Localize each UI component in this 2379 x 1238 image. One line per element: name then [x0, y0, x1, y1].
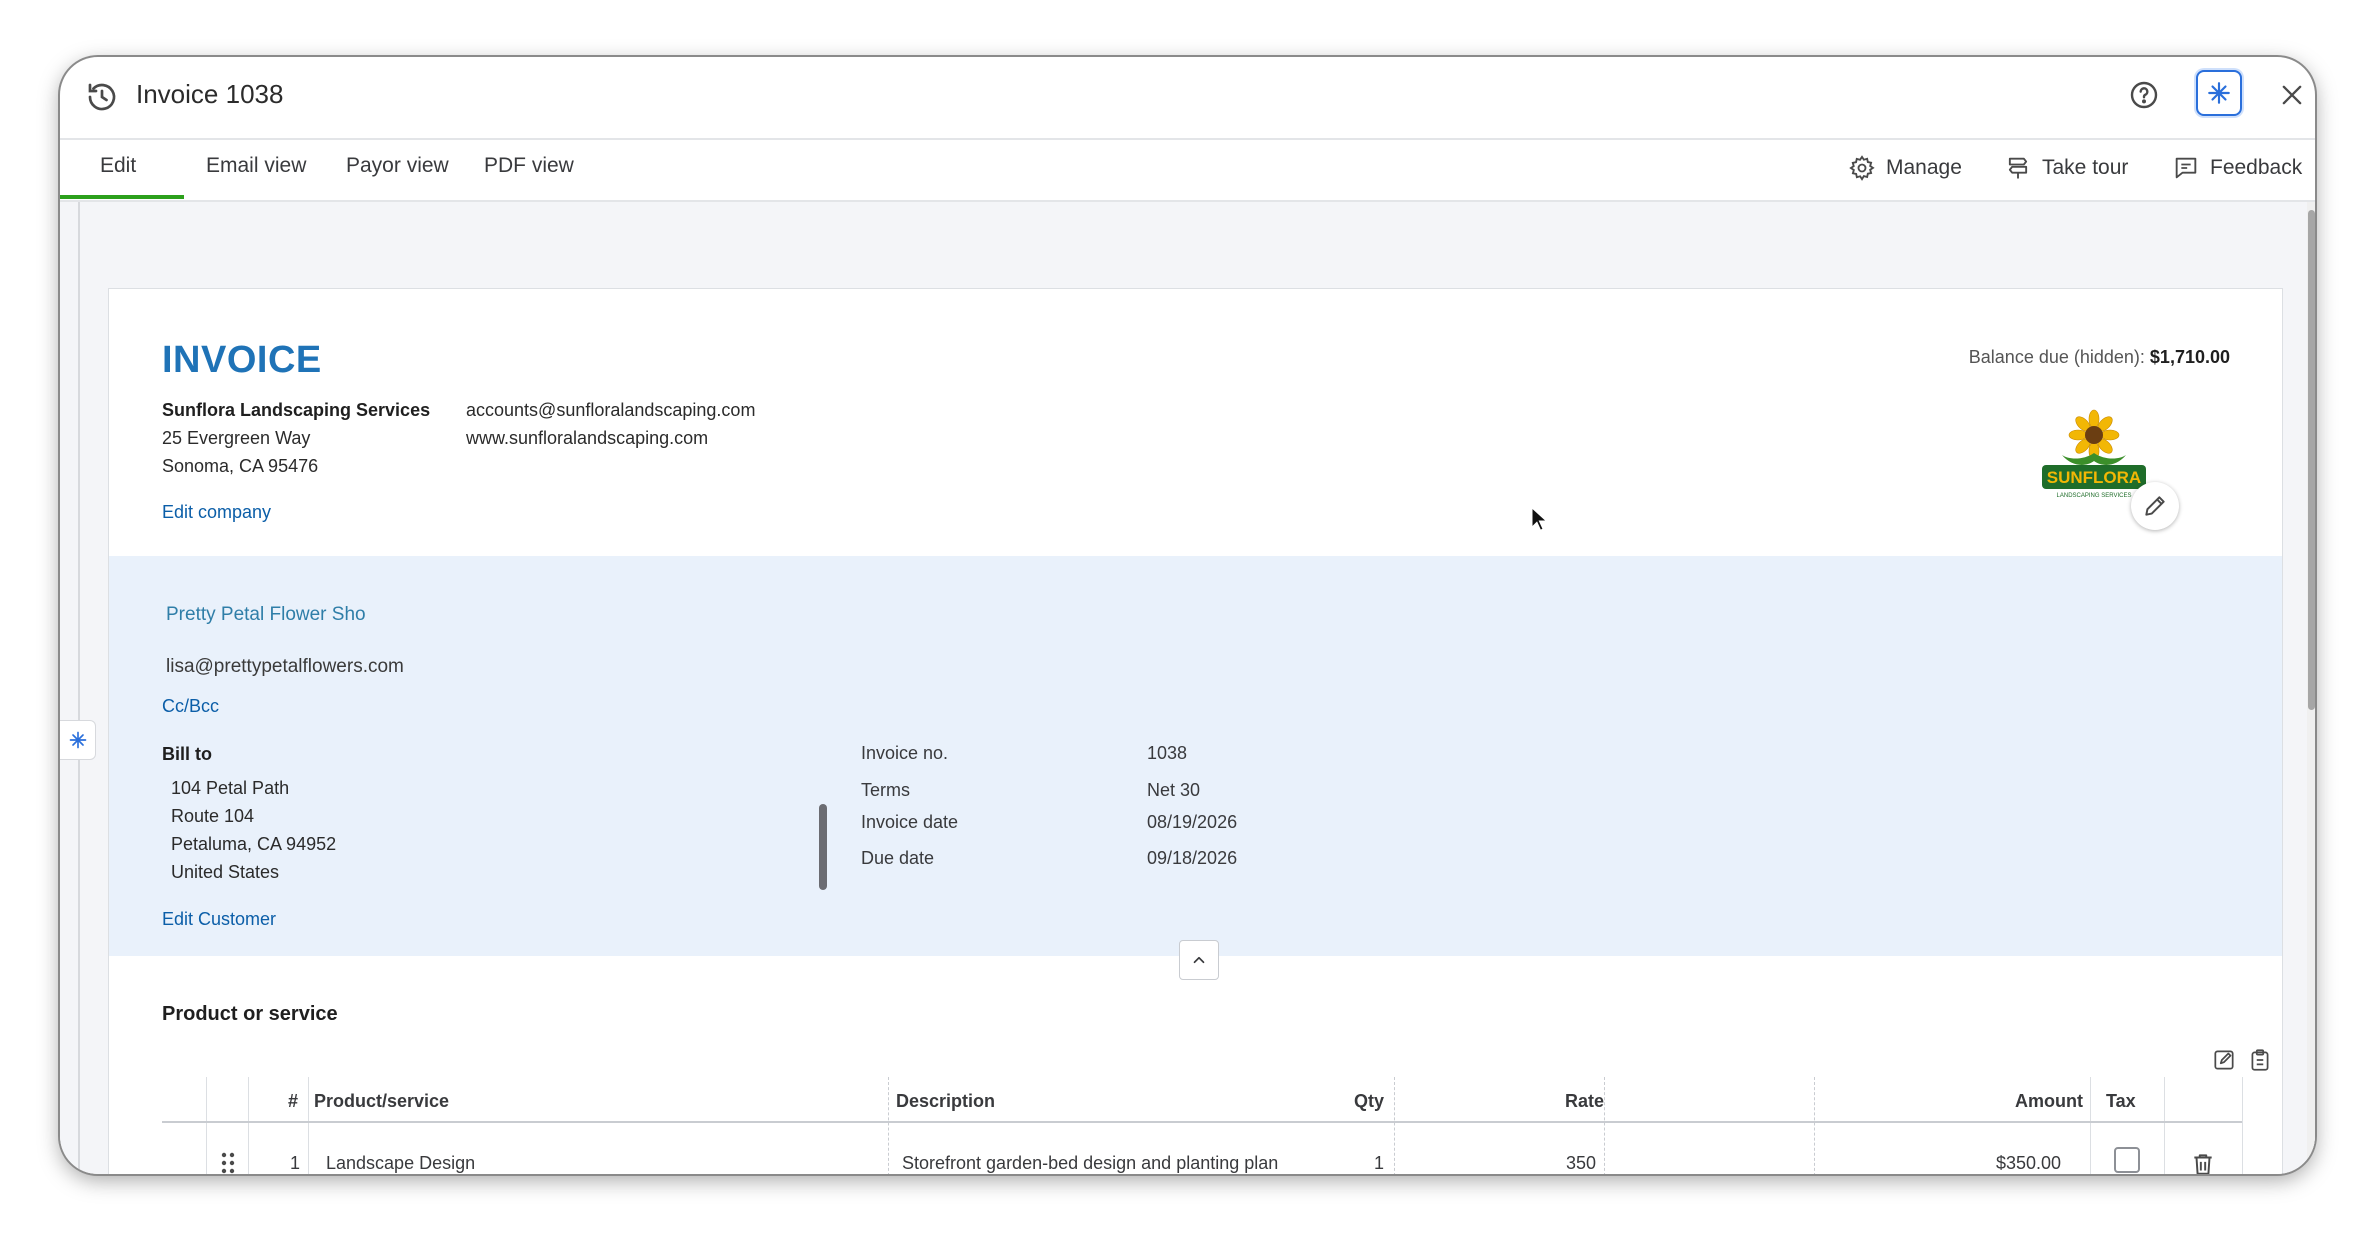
row-rate[interactable]: 350	[1566, 1153, 1596, 1174]
manage-label: Manage	[1886, 156, 1962, 179]
col-divider	[2242, 1077, 2243, 1174]
bill-to-label: Bill to	[162, 744, 212, 764]
drag-handle-icon[interactable]	[220, 1151, 236, 1174]
window-title: Invoice 1038	[136, 79, 284, 109]
row-description[interactable]: Storefront garden-bed design and plantin…	[902, 1153, 1278, 1174]
edit-logo-button[interactable]	[2131, 482, 2179, 530]
row-amount[interactable]: $350.00	[1996, 1153, 2061, 1174]
gear-icon	[1849, 155, 1875, 181]
balance-due: Balance due (hidden): $1,710.00	[1969, 347, 2230, 368]
active-tab-indicator	[60, 195, 184, 199]
col-header-qty: Qty	[1354, 1091, 1385, 1111]
invoice-form: INVOICE Balance due (hidden): $1,710.00 …	[108, 288, 2283, 1174]
col-header-product: Product/service	[314, 1091, 450, 1111]
invoice-window: Invoice 1038 Edit Email view Payor view …	[60, 57, 2315, 1174]
edit-company-link[interactable]: Edit company	[162, 502, 271, 523]
col-header-description: Description	[896, 1091, 996, 1111]
left-divider	[78, 202, 80, 1174]
row-tax-checkbox[interactable]	[2114, 1147, 2140, 1173]
manage-button[interactable]: Manage	[1848, 154, 1962, 182]
cc-bcc-link[interactable]: Cc/Bcc	[162, 696, 219, 717]
tab-pdf-view[interactable]: PDF view	[484, 154, 574, 178]
balance-value: $1,710.00	[2149, 347, 2230, 367]
invoice-heading: INVOICE	[162, 339, 322, 381]
company-email: accounts@sunfloralandscaping.com	[466, 400, 756, 420]
balance-label: Balance due (hidden):	[1968, 347, 2145, 367]
sparkle-icon	[2208, 82, 2230, 104]
trash-icon[interactable]	[2190, 1149, 2216, 1174]
collapse-button[interactable]	[1179, 940, 1219, 980]
due-date-label: Due date	[861, 848, 935, 868]
edit-columns-icon[interactable]	[2211, 1047, 2237, 1073]
tab-email-view[interactable]: Email view	[206, 154, 306, 178]
invoice-date-label: Invoice date	[861, 812, 959, 832]
customer-name[interactable]: Pretty Petal Flower Sho	[166, 604, 366, 626]
ai-assistant-button[interactable]	[2196, 70, 2242, 116]
feedback-label: Feedback	[2210, 156, 2303, 179]
resize-handle[interactable]	[819, 804, 827, 890]
col-header-rate: Rate	[1565, 1091, 1605, 1111]
side-assistant-toggle[interactable]	[60, 720, 96, 760]
row-qty[interactable]: 1	[1374, 1153, 1384, 1174]
product-section-title: Product or service	[162, 1003, 338, 1025]
bill-to-line1: 104 Petal Path	[171, 778, 290, 798]
sparkle-icon	[69, 731, 86, 749]
clipboard-icon[interactable]	[2247, 1047, 2273, 1073]
terms-value[interactable]: Net 30	[1147, 780, 1200, 801]
company-address-line1: 25 Evergreen Way	[162, 428, 311, 448]
invoice-date-value[interactable]: 08/19/2026	[1147, 812, 1237, 833]
col-header-tax: Tax	[2106, 1091, 2136, 1111]
scrollbar-thumb[interactable]	[2308, 210, 2315, 710]
row-product[interactable]: Landscape Design	[326, 1153, 475, 1174]
feedback-button[interactable]: Feedback	[2172, 154, 2302, 182]
view-tabs: Edit Email view Payor view PDF view Mana…	[60, 140, 2315, 202]
company-name: Sunflora Landscaping Services	[162, 400, 431, 420]
take-tour-label: Take tour	[2042, 156, 2129, 179]
table-header: # Product/service Description Qty Rate A…	[162, 1077, 2242, 1123]
content-area: INVOICE Balance due (hidden): $1,710.00 …	[60, 202, 2315, 1174]
customer-email[interactable]: lisa@prettypetalflowers.com	[166, 656, 404, 678]
bill-to-line3: Petaluma, CA 94952	[171, 834, 337, 854]
col-header-num: #	[288, 1091, 299, 1111]
bill-to-line4: United States	[171, 862, 280, 882]
logo-text: SUNFLORA	[2047, 468, 2141, 487]
table-row: 1 Landscape Design Storefront garden-bed…	[162, 1123, 2242, 1174]
logo-subtext: LANDSCAPING SERVICES	[2057, 493, 2132, 499]
row-number: 1	[290, 1153, 301, 1173]
bill-to-line2: Route 104	[171, 806, 255, 826]
company-website: www.sunfloralandscaping.com	[466, 428, 709, 448]
tour-icon	[2008, 157, 2028, 179]
mouse-cursor-icon	[1531, 506, 1548, 532]
tab-edit[interactable]: Edit	[100, 154, 136, 178]
terms-label: Terms	[861, 780, 910, 800]
company-address-line2: Sonoma, CA 95476	[162, 456, 319, 476]
feedback-icon	[2175, 157, 2197, 179]
invoice-no-label: Invoice no.	[861, 743, 949, 763]
col-header-amount: Amount	[2015, 1091, 2083, 1111]
tab-payor-view[interactable]: Payor view	[346, 154, 449, 178]
pencil-icon	[2145, 496, 2165, 516]
invoice-no-value[interactable]: 1038	[1147, 743, 1187, 764]
chevron-up-icon	[1193, 956, 1205, 964]
close-icon[interactable]	[2278, 81, 2306, 109]
title-bar: Invoice 1038	[60, 57, 2315, 140]
customer-panel: Pretty Petal Flower Sho lisa@prettypetal…	[109, 556, 2282, 956]
due-date-value[interactable]: 09/18/2026	[1147, 848, 1237, 869]
edit-customer-link[interactable]: Edit Customer	[162, 909, 276, 930]
take-tour-button[interactable]: Take tour	[2004, 154, 2128, 182]
help-icon[interactable]	[2128, 79, 2160, 111]
history-icon[interactable]	[84, 79, 120, 115]
